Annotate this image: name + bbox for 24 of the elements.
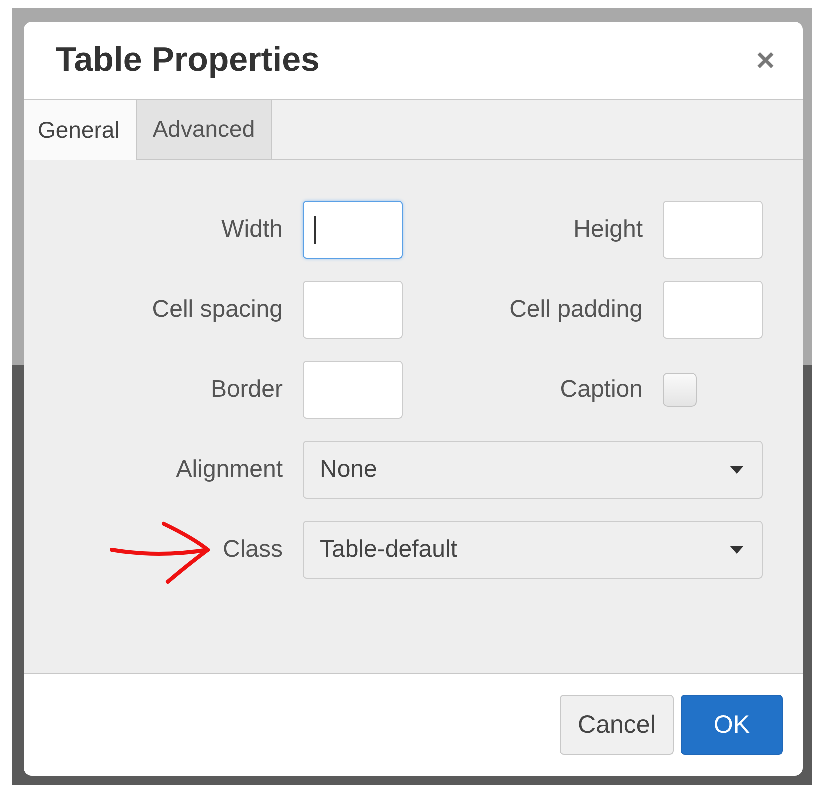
caret-icon <box>730 466 744 474</box>
tab[interactable]: General <box>24 100 137 160</box>
checkbox[interactable] <box>663 373 697 407</box>
ok-button[interactable]: OK <box>680 695 783 755</box>
input-field[interactable] <box>303 361 403 419</box>
close-button[interactable]: × <box>756 42 775 79</box>
field-label: Caption <box>559 376 643 404</box>
field-label: Alignment <box>175 456 283 484</box>
field-label: Cell spacing <box>151 296 283 324</box>
dropdown[interactable]: Table-default <box>303 521 763 579</box>
dropdown[interactable]: None <box>303 441 763 499</box>
field-label: Class <box>222 536 283 564</box>
field-label: Border <box>210 376 283 404</box>
input-field[interactable] <box>303 281 403 339</box>
field-label: Height <box>572 216 643 244</box>
input-field[interactable] <box>663 201 763 259</box>
caret-icon <box>730 546 744 554</box>
field-label: Cell padding <box>508 296 643 324</box>
input-field[interactable] <box>303 201 403 259</box>
input-field[interactable] <box>663 281 763 339</box>
field-label: Width <box>220 216 283 244</box>
cancel-button[interactable]: Cancel <box>560 695 674 755</box>
tab[interactable]: Advanced <box>136 100 272 159</box>
dialog-title: Table Properties <box>56 41 320 80</box>
